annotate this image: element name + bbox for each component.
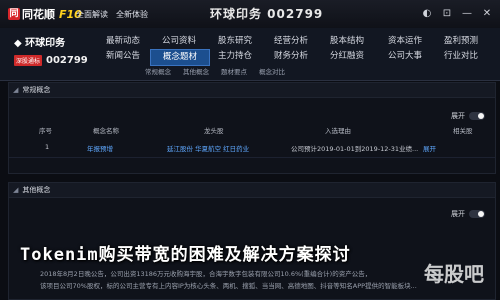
stock-title: 环球印务 002799 xyxy=(210,7,324,21)
nav-announcements[interactable]: 新闻公告 xyxy=(94,49,152,64)
expand-toggle[interactable]: 展开 xyxy=(451,209,485,219)
collapse-arrow-icon[interactable]: ◢ xyxy=(13,86,18,94)
menu-item-new-experience[interactable]: 全新体验 xyxy=(116,9,148,20)
table-header: 序号 概念名称 龙头股 入选理由 相关股 xyxy=(9,125,495,139)
row-num: 1 xyxy=(45,143,50,151)
stock-info: ◆ 环球印务 深股通标 002799 xyxy=(14,34,94,66)
theme-icon[interactable]: ◐ xyxy=(422,8,432,19)
stock-code: 002799 xyxy=(46,55,88,66)
restore-icon[interactable]: ⊡ xyxy=(442,8,452,19)
connect-badge: 深股通标 xyxy=(14,55,43,66)
row-leaders[interactable]: 延江股份 华夏航空 红日药业 xyxy=(167,143,249,153)
nav-financial-analysis[interactable]: 财务分析 xyxy=(262,49,320,64)
close-icon[interactable]: ✕ xyxy=(482,8,492,19)
menu-item-full-interpret[interactable]: 全面解读 xyxy=(76,9,108,20)
nav-shareholders[interactable]: 股东研究 xyxy=(206,34,264,49)
collapse-arrow-icon[interactable]: ◢ xyxy=(13,186,18,194)
col-num: 序号 xyxy=(39,127,52,135)
nav-business-analysis[interactable]: 经营分析 xyxy=(262,34,320,49)
app-logo: 同 同花顺 F10 xyxy=(8,7,82,21)
window-controls: ◐ ⊡ — ✕ xyxy=(422,8,492,19)
col-leaders: 龙头股 xyxy=(204,127,224,135)
nav-main-holdings[interactable]: 主力持仓 xyxy=(206,49,264,64)
nav-concepts[interactable]: 概念题材 xyxy=(150,49,210,66)
top-menu: 全面解读 全新体验 xyxy=(76,9,148,20)
panel-header[interactable]: ◢ 其他概念 xyxy=(9,183,495,198)
nav-forecast[interactable]: 盈利预测 xyxy=(432,34,490,49)
row-divider xyxy=(9,157,495,158)
subtab-other[interactable]: 其他概念 xyxy=(183,66,209,76)
nav-latest-news[interactable]: 最新动态 xyxy=(94,34,152,49)
row-reason: 公司预计2019-01-01到2019-12-31业绩... xyxy=(291,145,419,153)
nav-major-events[interactable]: 公司大事 xyxy=(376,49,434,64)
panel-title: 常规概念 xyxy=(22,86,51,94)
minimize-icon[interactable]: — xyxy=(462,8,472,19)
logo-text: 同花顺 xyxy=(22,8,55,21)
nav-capital-structure[interactable]: 股本结构 xyxy=(318,34,376,49)
sub-tabs: 常规概念 其他概念 题材要点 概念对比 xyxy=(145,66,285,76)
nav-bar: ◆ 环球印务 深股通标 002799 最新动态 公司资料 股东研究 经营分析 股… xyxy=(0,28,500,81)
panel-title: 其他概念 xyxy=(22,186,51,194)
nav-capital-ops[interactable]: 资本运作 xyxy=(376,34,434,49)
row-expand-link[interactable]: 展开 xyxy=(423,143,436,153)
nav-dividends[interactable]: 分红融资 xyxy=(318,49,376,64)
toggle-label: 展开 xyxy=(451,112,465,120)
row-concept-name[interactable]: 年报预增 xyxy=(87,143,113,153)
subtab-compare[interactable]: 概念对比 xyxy=(259,66,285,76)
col-reason: 入选理由 xyxy=(325,127,351,135)
nav-company-info[interactable]: 公司资料 xyxy=(150,34,208,49)
toggle-switch[interactable] xyxy=(469,112,485,120)
subtab-topic-points[interactable]: 题材要点 xyxy=(221,66,247,76)
table-row: 1 年报预增 延江股份 华夏航空 红日药业 公司预计2019-01-01到201… xyxy=(9,143,495,157)
stock-name: ◆ 环球印务 xyxy=(14,38,66,49)
regular-concepts-panel: ◢ 常规概念 展开 序号 概念名称 龙头股 入选理由 相关股 1 年报预增 延江… xyxy=(8,82,496,174)
toggle-switch[interactable] xyxy=(469,210,485,218)
toggle-label: 展开 xyxy=(451,210,465,218)
col-concept: 概念名称 xyxy=(93,127,119,135)
nav-industry-compare[interactable]: 行业对比 xyxy=(432,49,490,64)
title-bar: 同 同花顺 F10 全面解读 全新体验 环球印务 002799 ◐ ⊡ — ✕ xyxy=(0,0,500,29)
expand-toggle[interactable]: 展开 xyxy=(451,111,485,121)
article-text-line: 2018年8月2日晚公告，公司出资13186万元收购海宇股，合海宇数字包装有限公… xyxy=(40,270,372,278)
article-text-line: 该项目公司70%股权，标的公司主营专有上内容IP为核心头条、两机、搜狐、当当网、… xyxy=(40,282,417,290)
col-related: 相关股 xyxy=(453,127,473,135)
subtab-regular[interactable]: 常规概念 xyxy=(145,66,171,76)
watermark-logo: 每股吧 xyxy=(424,262,484,286)
panel-header[interactable]: ◢ 常规概念 xyxy=(9,83,495,98)
logo-icon: 同 xyxy=(8,8,20,20)
